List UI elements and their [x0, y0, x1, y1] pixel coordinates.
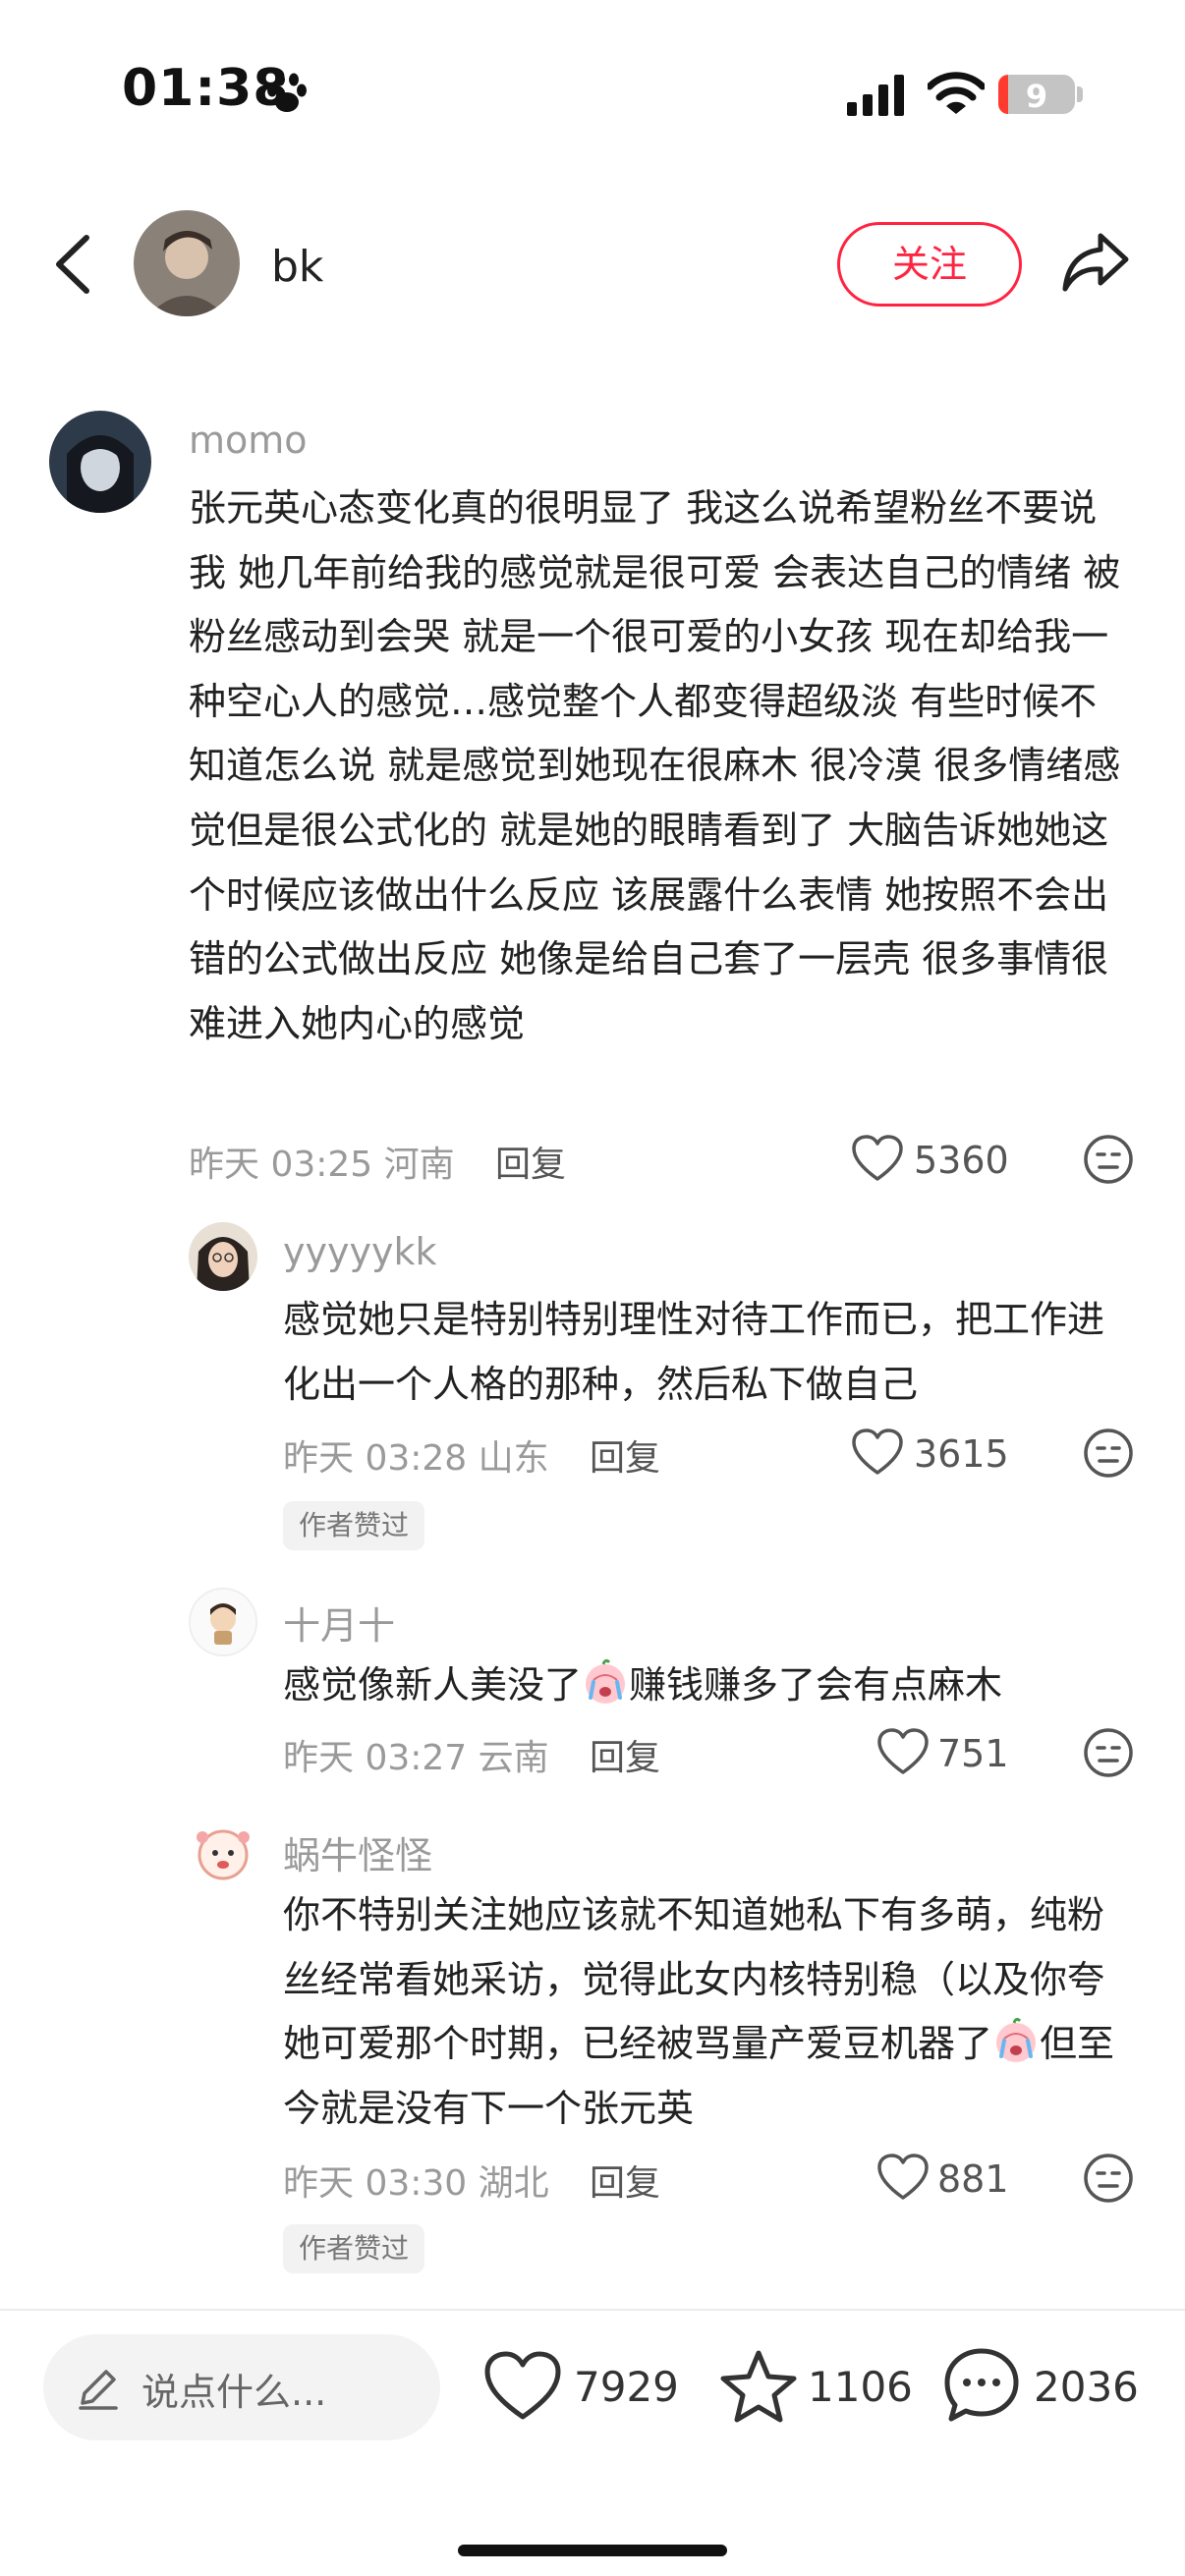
- like-count: 881: [937, 2157, 1009, 2201]
- comment-meta: 昨天 03:25 河南: [189, 1145, 455, 1185]
- commenter-avatar[interactable]: [189, 1818, 257, 1886]
- bottom-divider: [0, 2309, 1185, 2311]
- author-avatar[interactable]: [134, 210, 240, 316]
- collect-count: 1106: [808, 2363, 913, 2411]
- commenter-avatar-image: [49, 411, 151, 513]
- comment-meta: 昨天 03:28 山东: [283, 1438, 549, 1479]
- comment-count: 2036: [1034, 2363, 1139, 2411]
- commenter-avatar-image: [191, 1590, 255, 1654]
- commenter-avatar[interactable]: [189, 1588, 257, 1656]
- commenter-avatar-image: [189, 1818, 257, 1886]
- back-arrow-icon[interactable]: [49, 232, 94, 297]
- comment-bubble-icon[interactable]: [943, 2346, 1020, 2425]
- like-heart-icon[interactable]: [876, 2153, 930, 2202]
- like-count: 3615: [914, 1432, 1009, 1476]
- reply-button[interactable]: 回复: [590, 1729, 660, 1780]
- author-liked-badge: 作者赞过: [283, 2224, 425, 2273]
- like-heart-icon[interactable]: [851, 1134, 904, 1183]
- neutral-face-icon[interactable]: [1083, 1428, 1134, 1479]
- like-count: 5360: [914, 1139, 1009, 1182]
- post-like-heart-icon[interactable]: [483, 2350, 562, 2423]
- comment-author[interactable]: yyyyykk: [283, 1230, 436, 1273]
- like-heart-icon[interactable]: [851, 1428, 904, 1477]
- neutral-face-icon[interactable]: [1083, 1727, 1134, 1778]
- author-liked-badge: 作者赞过: [283, 1501, 425, 1550]
- home-indicator: [458, 2545, 727, 2556]
- comment-author[interactable]: 十月十: [283, 1596, 395, 1650]
- comment-text: 张元英心态变化真的很明显了 我这么说希望粉丝不要说我 她几年前给我的感觉就是很可…: [189, 486, 1121, 1045]
- comment-text-part: 感觉像新人美没了: [283, 1663, 583, 1707]
- share-icon[interactable]: [1061, 230, 1130, 295]
- reply-button[interactable]: 回复: [590, 2155, 660, 2206]
- reply-button[interactable]: 回复: [590, 1429, 660, 1481]
- commenter-avatar[interactable]: [49, 411, 151, 513]
- post-like-count: 7929: [574, 2363, 679, 2411]
- comment-author[interactable]: momo: [189, 419, 308, 462]
- cellular-signal-icon: [847, 75, 904, 116]
- collect-star-icon[interactable]: [719, 2348, 798, 2425]
- comment-input-placeholder: 说点什么...: [141, 2371, 327, 2414]
- commenter-avatar-image: [189, 1222, 257, 1291]
- reply-button[interactable]: 回复: [495, 1136, 566, 1187]
- commenter-avatar[interactable]: [189, 1222, 257, 1291]
- crying-face-emoji-icon: [996, 2018, 1037, 2063]
- battery-cap: [1077, 86, 1083, 102]
- battery-indicator: 9: [998, 75, 1075, 115]
- comment-author[interactable]: 蜗牛怪怪: [283, 1825, 432, 1879]
- comment-text: 感觉她只是特别特别理性对待工作而已，把工作进化出一个人格的那种，然后私下做自己: [283, 1298, 1105, 1406]
- battery-percentage: 9: [1025, 78, 1048, 115]
- author-avatar-image: [134, 210, 240, 316]
- comment-text: 感觉像新人美没了 赚钱赚多了会有点麻木: [283, 1653, 1128, 1718]
- crying-face-emoji-icon: [586, 1658, 626, 1704]
- comment-meta: 昨天 03:27 云南: [283, 1738, 549, 1778]
- comment-text-part: 你不特别关注她应该就不知道她私下有多萌，纯粉丝经常看她采访，觉得此女内核特别稳（…: [283, 1893, 1105, 2066]
- comment-text: 你不特别关注她应该就不知道她私下有多萌，纯粉丝经常看她采访，觉得此女内核特别稳（…: [283, 1883, 1128, 2141]
- follow-button[interactable]: 关注: [837, 222, 1022, 307]
- pencil-icon: [79, 2370, 118, 2410]
- author-username[interactable]: bk: [271, 242, 323, 292]
- like-heart-icon[interactable]: [876, 1727, 930, 1776]
- neutral-face-icon[interactable]: [1083, 1134, 1134, 1185]
- wifi-icon: [928, 72, 985, 114]
- paw-icon: [267, 73, 307, 112]
- neutral-face-icon[interactable]: [1083, 2153, 1134, 2204]
- comment-text-part: 赚钱赚多了会有点麻木: [629, 1663, 1003, 1707]
- like-count: 751: [937, 1732, 1009, 1775]
- comment-meta: 昨天 03:30 湖北: [283, 2163, 549, 2204]
